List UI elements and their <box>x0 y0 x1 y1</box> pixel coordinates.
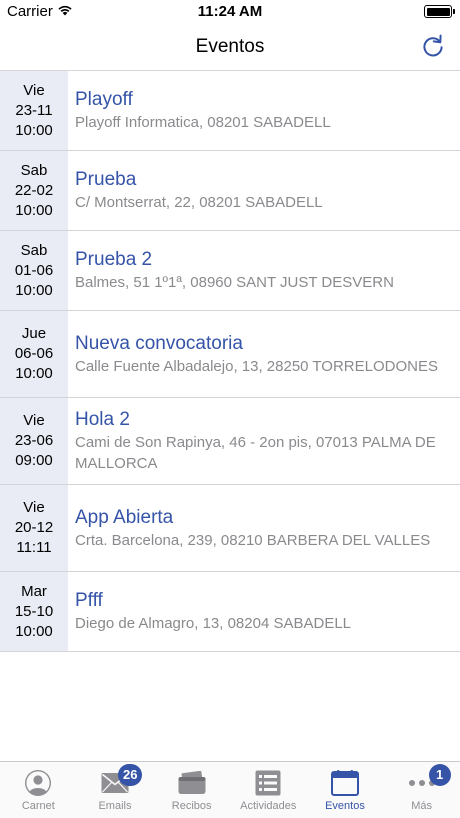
tab-actividades[interactable]: Actividades <box>230 762 307 818</box>
events-list: Vie 23-11 10:00 Playoff Playoff Informat… <box>0 71 460 652</box>
tab-recibos[interactable]: Recibos <box>153 762 230 818</box>
event-row[interactable]: Vie 20-12 11:11 App Abierta Crta. Barcel… <box>0 485 460 572</box>
event-date: Sab 01-06 10:00 <box>0 231 68 310</box>
event-row[interactable]: Mar 15-10 10:00 Pfff Diego de Almagro, 1… <box>0 572 460 652</box>
event-row[interactable]: Sab 01-06 10:00 Prueba 2 Balmes, 51 1º1ª… <box>0 231 460 311</box>
refresh-icon[interactable] <box>419 33 447 61</box>
event-time: 10:00 <box>15 281 53 299</box>
event-date-value: 23-06 <box>14 432 54 449</box>
tab-eventos[interactable]: Eventos <box>307 762 384 818</box>
event-row[interactable]: Vie 23-11 10:00 Playoff Playoff Informat… <box>0 71 460 151</box>
event-date-value: 22-02 <box>14 181 54 199</box>
status-bar: Carrier 11:24 AM <box>0 0 460 24</box>
event-time: 09:00 <box>15 452 53 469</box>
event-title: Prueba <box>75 169 137 190</box>
tab-label: Actividades <box>240 800 297 812</box>
event-date: Sab 22-02 10:00 <box>0 151 68 230</box>
wallet-icon <box>178 771 206 794</box>
event-address: Calle Fuente Albadalejo, 13, 28250 TORRE… <box>75 357 438 375</box>
event-day: Vie <box>23 499 45 516</box>
event-day: Sab <box>20 161 48 179</box>
tab-label: Emails <box>98 800 132 812</box>
tab-carnet[interactable]: Carnet <box>0 762 77 818</box>
mas-badge: 1 <box>428 764 451 786</box>
event-address: Diego de Almagro, 13, 08204 SABADELL <box>75 615 352 632</box>
person-icon <box>25 770 52 796</box>
list-icon <box>255 770 281 796</box>
event-title: App Abierta <box>75 506 174 528</box>
battery-icon <box>424 5 455 18</box>
event-address: Crta. Barcelona, 239, 08210 BARBERA DEL … <box>75 531 431 549</box>
event-day: Sab <box>20 241 48 259</box>
event-date: Mar 15-10 10:00 <box>0 572 68 651</box>
event-row[interactable]: Sab 22-02 10:00 Prueba C/ Montserrat, 22… <box>0 151 460 231</box>
event-title: Hola 2 <box>75 409 130 430</box>
tab-emails[interactable]: 26 Emails <box>77 762 154 818</box>
event-address: Cami de Son Rapinya, 46 - 2on pis, 07013… <box>75 434 436 472</box>
event-date-value: 23-11 <box>15 101 53 119</box>
event-title: Pfff <box>75 590 103 611</box>
tab-label: Carnet <box>21 800 55 812</box>
event-date: Jue 06-06 10:00 <box>0 311 68 397</box>
event-time: 10:00 <box>15 365 53 382</box>
tab-mas[interactable]: 1 Más <box>383 762 460 818</box>
tab-bar: Carnet 26 Emails Recibos Actividades Eve… <box>0 761 460 818</box>
tab-label: Eventos <box>325 800 365 812</box>
event-date: Vie 23-06 09:00 <box>0 398 68 484</box>
event-date-value: 15-10 <box>14 602 54 620</box>
tab-label: Más <box>411 800 432 812</box>
event-time: 10:00 <box>15 201 53 219</box>
event-title: Nueva convocatoria <box>75 332 243 354</box>
event-address: Balmes, 51 1º1ª, 08960 SANT JUST DESVERN <box>75 274 394 291</box>
event-day: Mar <box>21 582 47 600</box>
event-address: Playoff Informatica, 08201 SABADELL <box>75 114 331 131</box>
navigation-bar: Eventos <box>0 24 460 71</box>
event-time: 11:11 <box>16 539 52 556</box>
event-day: Vie <box>23 81 45 99</box>
event-row[interactable]: Jue 06-06 10:00 Nueva convocatoria Calle… <box>0 311 460 398</box>
event-address: C/ Montserrat, 22, 08201 SABADELL <box>75 194 323 211</box>
event-day: Jue <box>21 325 47 342</box>
clock: 11:24 AM <box>197 3 263 20</box>
event-date: Vie 20-12 11:11 <box>0 485 68 571</box>
event-date-value: 01-06 <box>14 261 54 279</box>
event-title: Prueba 2 <box>75 249 153 270</box>
emails-badge: 26 <box>117 764 143 786</box>
event-day: Vie <box>23 412 45 429</box>
event-date-value: 06-06 <box>14 345 54 362</box>
event-date-value: 20-12 <box>14 519 54 536</box>
tab-label: Recibos <box>171 800 212 812</box>
event-time: 10:00 <box>15 622 53 640</box>
page-title: Eventos <box>195 36 265 57</box>
event-title: Playoff <box>75 89 133 110</box>
event-time: 10:00 <box>15 121 53 139</box>
event-row[interactable]: Vie 23-06 09:00 Hola 2 Cami de Son Rapin… <box>0 398 460 485</box>
calendar-icon <box>330 770 359 796</box>
event-date: Vie 23-11 10:00 <box>0 71 68 150</box>
